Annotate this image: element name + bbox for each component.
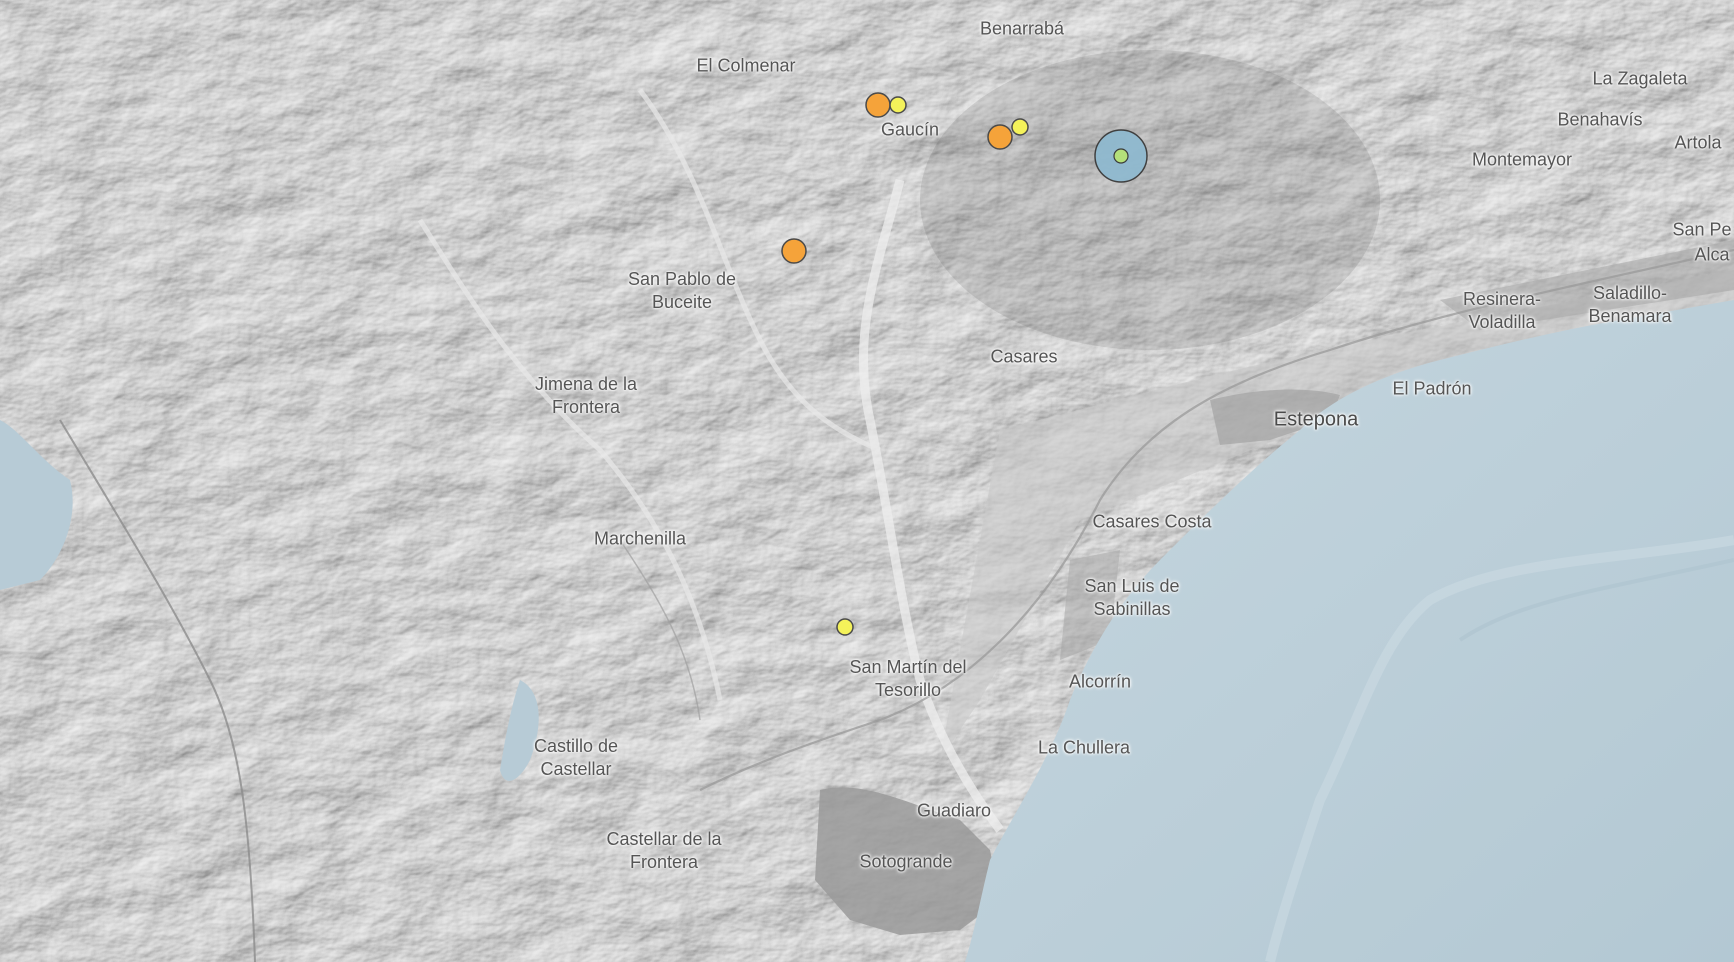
earthquake-marker-orange[interactable] bbox=[781, 238, 807, 264]
earthquake-marker-yellow[interactable] bbox=[889, 96, 907, 114]
epicenter-marker-inner[interactable] bbox=[1113, 148, 1129, 164]
map-view[interactable]: Benarrabá El Colmenar Gaucín La Zagaleta… bbox=[0, 0, 1734, 962]
earthquake-marker-yellow[interactable] bbox=[1011, 118, 1029, 136]
earthquake-marker-orange[interactable] bbox=[865, 92, 891, 118]
earthquake-marker-yellow[interactable] bbox=[836, 618, 854, 636]
epicenter-marker[interactable] bbox=[1094, 129, 1148, 183]
earthquake-markers bbox=[781, 92, 1148, 636]
earthquake-marker-orange[interactable] bbox=[987, 124, 1013, 150]
